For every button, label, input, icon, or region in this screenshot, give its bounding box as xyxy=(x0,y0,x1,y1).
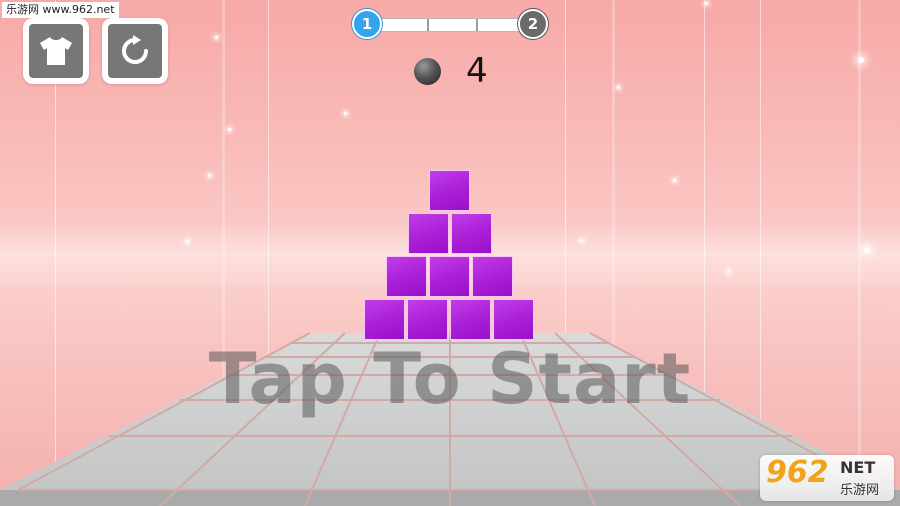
game-scene[interactable]: Tap To Start 乐游网 www.962.net 1 2 4 962 N… xyxy=(0,0,900,506)
logo-net: NET xyxy=(840,458,876,477)
site-watermark: 乐游网 www.962.net xyxy=(2,2,119,18)
purple-block[interactable] xyxy=(386,256,427,297)
shirt-icon xyxy=(40,37,72,65)
purple-block[interactable] xyxy=(472,256,513,297)
progress-track xyxy=(378,18,528,32)
restart-button-face xyxy=(108,24,162,78)
tap-to-start-prompt[interactable]: Tap To Start xyxy=(0,338,900,420)
purple-block[interactable] xyxy=(493,299,534,340)
logo-digits: 962 xyxy=(766,455,829,490)
skin-button[interactable] xyxy=(23,18,89,84)
next-level-badge: 2 xyxy=(518,9,548,39)
purple-block[interactable] xyxy=(451,213,492,254)
progress-divider xyxy=(427,19,429,31)
progress-divider xyxy=(476,19,478,31)
restart-button[interactable] xyxy=(102,18,168,84)
logo-cn: 乐游网 xyxy=(840,483,880,498)
purple-block[interactable] xyxy=(450,299,491,340)
current-level-badge: 1 xyxy=(352,9,382,39)
ball-icon xyxy=(414,58,441,85)
purple-block[interactable] xyxy=(407,299,448,340)
purple-block[interactable] xyxy=(408,213,449,254)
skin-button-face xyxy=(29,24,83,78)
ball-count: 4 xyxy=(466,51,488,91)
purple-block[interactable] xyxy=(429,170,470,211)
level-progress-bar: 1 2 xyxy=(352,8,550,40)
962-logo: 962 NET 乐游网 xyxy=(760,455,894,501)
restart-icon xyxy=(122,35,148,64)
purple-block[interactable] xyxy=(364,299,405,340)
purple-block[interactable] xyxy=(429,256,470,297)
